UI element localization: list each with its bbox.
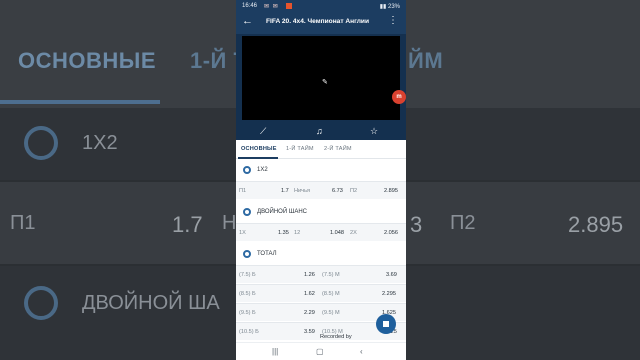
bg-tab-main: ОСНОВНЫЕ <box>18 48 156 73</box>
video-screen[interactable] <box>242 36 400 120</box>
bg-p1-value: 1.7 <box>172 212 203 237</box>
page-title: FIFA 20. 4x4. Чемпионат Англии <box>266 18 370 25</box>
cursor-pencil-icon: ✎ <box>322 79 328 86</box>
bg-p2-value: 2.895 <box>568 212 624 237</box>
notification-icons: ✉ ✉ <box>264 4 279 10</box>
odd-label-2x[interactable]: 2X <box>350 230 357 236</box>
phone-screen: 16:46 ✉ ✉ ▮▮ 23% ← FIFA 20. 4x4. Чемпион… <box>236 0 406 360</box>
tab-main[interactable]: ОСНОВНЫЕ <box>241 146 277 152</box>
bg-draw-value-partial: 3 <box>410 212 423 237</box>
total-over-value[interactable]: 1.62 <box>304 291 315 297</box>
total-row: (8.5) Б 1.62 (8.5) М 2.295 <box>236 284 406 302</box>
active-tab-underline <box>238 157 278 159</box>
total-over-label[interactable]: (9.5) Б <box>239 310 256 316</box>
recorder-badge[interactable]: m <box>392 90 406 104</box>
bg-tab-underline <box>0 100 160 104</box>
total-under-label[interactable]: (8.5) М <box>322 291 340 297</box>
total-over-label[interactable]: (7.5) Б <box>239 272 256 278</box>
recorder-watermark: Recorded by <box>320 334 352 340</box>
tab-first-half[interactable]: 1-Й ТАЙМ <box>286 146 314 152</box>
back-icon[interactable]: ‹ <box>360 347 363 356</box>
total-over-label[interactable]: (8.5) Б <box>239 291 256 297</box>
odd-value-1x[interactable]: 1.35 <box>278 230 289 236</box>
bg-p2-label: П2 <box>450 212 476 234</box>
odd-value-p2[interactable]: 2.895 <box>384 188 398 194</box>
video-controls: ⟋ ♫ ☆ <box>236 124 406 140</box>
total-over-value[interactable]: 2.29 <box>304 310 315 316</box>
stop-recording-button[interactable] <box>376 314 396 334</box>
battery-indicator: ▮▮ 23% <box>379 4 400 10</box>
market-icon <box>243 166 251 174</box>
total-under-value[interactable]: 3.69 <box>386 272 397 278</box>
bg-section-title: ДВОЙНОЙ ША <box>82 292 220 314</box>
market-header-1x2[interactable]: 1X2 <box>236 160 406 180</box>
bg-market-icon <box>24 286 58 320</box>
odd-value-12[interactable]: 1.048 <box>330 230 344 236</box>
odd-label-p2[interactable]: П2 <box>350 188 357 194</box>
recents-icon[interactable]: ||| <box>272 347 278 356</box>
recording-icon <box>286 3 292 9</box>
market-icon <box>243 208 251 216</box>
bg-market-icon <box>24 126 58 160</box>
market-title: ТОТАЛ <box>257 251 277 257</box>
market-title: 1X2 <box>257 167 268 173</box>
bell-icon[interactable]: ♫ <box>316 126 323 136</box>
odd-label-draw[interactable]: Ничья <box>294 188 310 194</box>
video-player[interactable]: ✎ m ⟋ ♫ ☆ <box>236 34 406 140</box>
bg-p1-label: П1 <box>10 212 36 234</box>
stats-chart-icon[interactable]: ⟋ <box>260 126 266 137</box>
home-icon[interactable]: ▢ <box>316 347 324 356</box>
odd-label-p1[interactable]: П1 <box>239 188 246 194</box>
odd-label-1x[interactable]: 1X <box>239 230 246 236</box>
system-nav-bar: ||| ▢ ‹ <box>236 342 406 360</box>
odd-label-12[interactable]: 12 <box>294 230 300 236</box>
odd-value-draw[interactable]: 6.73 <box>332 188 343 194</box>
more-vert-icon[interactable]: ⋮ <box>388 15 398 26</box>
market-header-total[interactable]: ТОТАЛ <box>236 244 406 264</box>
market-title: ДВОЙНОЙ ШАНС <box>257 209 307 215</box>
app-bar: ← FIFA 20. 4x4. Чемпионат Англии ⋮ <box>236 12 406 34</box>
odd-value-p1[interactable]: 1.7 <box>281 188 289 194</box>
odds-row: П1 1.7 Ничья 6.73 П2 2.895 <box>236 181 406 199</box>
odds-row: 1X 1.35 12 1.048 2X 2.056 <box>236 223 406 241</box>
total-over-label[interactable]: (10.5) Б <box>239 329 259 335</box>
market-icon <box>243 250 251 258</box>
bg-section-title: 1X2 <box>82 132 118 154</box>
bg-draw-label-partial: Н <box>222 212 237 234</box>
total-under-value[interactable]: 2.295 <box>382 291 396 297</box>
market-header-double-chance[interactable]: ДВОЙНОЙ ШАНС <box>236 202 406 222</box>
total-over-value[interactable]: 1.26 <box>304 272 315 278</box>
market-tabs: ОСНОВНЫЕ 1-Й ТАЙМ 2-Й ТАЙМ <box>236 140 406 159</box>
stop-icon <box>383 321 389 327</box>
tab-second-half[interactable]: 2-Й ТАЙМ <box>324 146 352 152</box>
total-over-value[interactable]: 3.59 <box>304 329 315 335</box>
back-arrow-icon[interactable]: ← <box>242 15 253 27</box>
total-under-label[interactable]: (7.5) М <box>322 272 340 278</box>
bg-tab-second-half: ЙМ <box>408 48 444 73</box>
star-icon[interactable]: ☆ <box>370 126 378 137</box>
status-bar: 16:46 ✉ ✉ ▮▮ 23% <box>236 0 406 12</box>
status-time: 16:46 <box>242 3 258 9</box>
total-under-label[interactable]: (9.5) М <box>322 310 340 316</box>
total-row: (7.5) Б 1.26 (7.5) М 3.69 <box>236 265 406 283</box>
odd-value-2x[interactable]: 2.056 <box>384 230 398 236</box>
battery-level: 23% <box>387 4 400 10</box>
